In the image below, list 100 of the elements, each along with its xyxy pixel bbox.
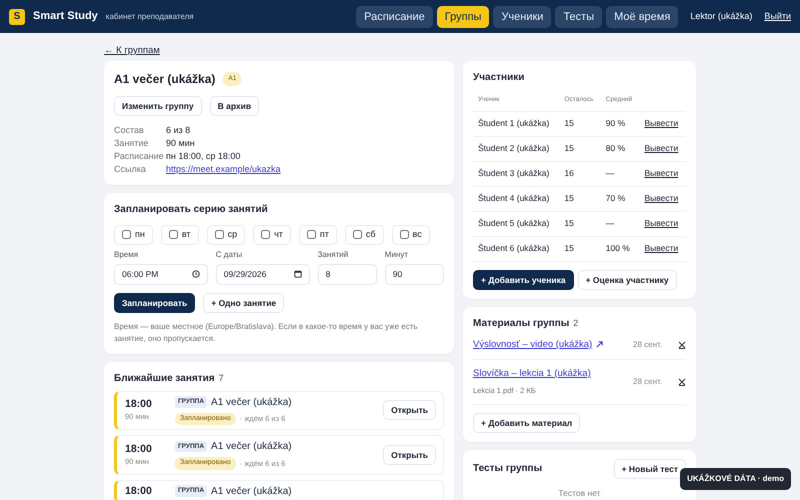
average-cell: — [600, 161, 640, 186]
student-name: Študent 5 (ukážka) [473, 211, 560, 236]
weekday-chip[interactable]: чт [253, 225, 291, 244]
remove-link[interactable]: Вывести [644, 143, 678, 154]
session-name: A1 večer (ukážka) [211, 440, 292, 453]
remove-link[interactable]: Вывести [644, 218, 678, 228]
weekday-chip[interactable]: ср [206, 225, 246, 244]
meeting-link[interactable]: https://meet.example/ukazka [166, 163, 281, 176]
grade-button[interactable]: + Оценка участнику [578, 270, 677, 290]
student-name: Študent 3 (ukážka) [473, 161, 560, 186]
section-title: Ближайшие занятия [114, 372, 215, 386]
nav-tab[interactable]: Расписание [356, 6, 433, 28]
average-cell: 100 % [600, 236, 640, 262]
material-link[interactable]: Slovíčka – lekcia 1 (ukážka) [473, 367, 591, 382]
number-field[interactable]: 90 [384, 264, 444, 284]
weekday-label: сб [366, 228, 376, 241]
section-title: Запланировать серию занятий [114, 203, 269, 217]
weekday-chip[interactable]: пн [114, 225, 153, 244]
action-button[interactable]: В архив [210, 96, 260, 116]
action-button[interactable]: Изменить группу [114, 96, 202, 116]
remove-link[interactable]: Вывести [644, 118, 678, 128]
clock-icon[interactable] [192, 270, 200, 278]
field-label: Время [114, 248, 140, 260]
weekday-label: пн [135, 228, 145, 241]
checkbox[interactable] [400, 230, 409, 240]
average-cell: 80 % [600, 136, 640, 162]
checkbox[interactable] [352, 230, 362, 240]
add-session-button[interactable]: + Одно занятие [203, 292, 284, 312]
brand-name: Smart Study [33, 9, 98, 24]
weekday-chip[interactable]: пт [298, 225, 337, 244]
remaining-cell: 15 [559, 186, 601, 212]
session-time: 18:00 [125, 484, 153, 498]
open-button[interactable]: Открыть [383, 444, 436, 465]
session-time: 18:00 [125, 442, 153, 456]
brand-subtitle: кабинет преподавателя [106, 10, 194, 22]
field-label: С даты [216, 248, 244, 260]
checkbox[interactable] [214, 230, 224, 240]
close-icon[interactable] [678, 340, 686, 349]
weekday-chip[interactable]: сб [344, 225, 384, 244]
number-field[interactable]: 8 [318, 264, 377, 284]
add-material-button[interactable]: + Добавить материал [473, 412, 580, 432]
schedule-button[interactable]: Запланировать [114, 292, 196, 312]
empty-state-text: Тестов нет [558, 488, 601, 498]
remove-link[interactable]: Вывести [644, 193, 678, 204]
nav-tab[interactable]: Моё время [606, 6, 678, 28]
add-student-button[interactable]: + Добавить ученика [473, 270, 574, 290]
checkbox[interactable] [306, 230, 316, 240]
nav-tab[interactable]: Группы [436, 6, 490, 28]
logout-link[interactable]: Выйти [764, 10, 791, 24]
remove-link[interactable]: Вывести [644, 168, 678, 178]
checkbox[interactable] [261, 230, 270, 240]
session-name: A1 večer (ukážka) [211, 484, 292, 498]
session-time: 18:00 [125, 398, 153, 412]
remaining-cell: 15 [559, 211, 601, 236]
weekday-chip[interactable]: вс [392, 225, 430, 244]
section-title: Материалы группы [473, 316, 570, 331]
detail-value: пн 18:00, ср 18:00 [166, 150, 240, 163]
open-button[interactable]: Открыть [383, 400, 436, 420]
session-name: A1 večer (ukážka) [211, 396, 292, 408]
time-field[interactable]: 06:00 PM [114, 264, 208, 284]
weekday-chip[interactable]: вт [160, 225, 199, 244]
average-cell: — [600, 211, 640, 236]
student-name: Študent 1 (ukážka) [473, 111, 560, 136]
weekday-label: ср [228, 228, 238, 241]
student-name: Študent 4 (ukážka) [473, 186, 560, 212]
weekday-label: вс [412, 228, 422, 241]
remaining-cell: 16 [559, 161, 601, 186]
count-label: 7 [218, 372, 224, 384]
average-cell: 70 % [600, 186, 640, 212]
remove-link[interactable]: Вывести [644, 243, 678, 254]
nav-tab[interactable]: Ученики [493, 6, 552, 28]
field-label: Занятий [318, 248, 350, 260]
weekday-label: чт [274, 228, 283, 241]
field-label: Минут [384, 248, 409, 260]
detail-label: Расписание [114, 150, 165, 163]
section-title: Участники [473, 71, 526, 85]
detail-label: Состав [114, 124, 145, 137]
checkbox[interactable] [122, 230, 131, 240]
user-name: Lektor (ukážka) [690, 10, 752, 23]
close-icon[interactable] [678, 378, 686, 386]
material-date: 28 сент. [633, 376, 662, 388]
remaining-cell: 15 [559, 111, 601, 136]
material-link[interactable]: Výslovnosť – video (ukážka) [473, 338, 592, 352]
date-field[interactable]: 09/29/2026 [216, 264, 310, 284]
remaining-cell: 15 [559, 236, 601, 262]
detail-value: 6 из 8 [166, 124, 190, 137]
calendar-icon[interactable] [294, 270, 302, 278]
checkbox[interactable] [168, 230, 178, 240]
detail-label: Ссылка [114, 163, 147, 176]
remaining-cell: 15 [559, 136, 601, 162]
weekday-label: вт [182, 228, 191, 241]
new-test-button[interactable]: + Новый тест [614, 458, 686, 478]
average-cell: 90 % [600, 111, 640, 136]
hint-text: Время — ваше местное (Europe/Bratislava). Если в какое-то время у вас уже есть занятие, оно пропускается. [114, 320, 419, 344]
back-link[interactable]: ← К группам [104, 45, 160, 57]
material-date: 28 сент. [633, 338, 662, 351]
section-title: Тесты группы [473, 462, 542, 476]
detail-label: Занятие [114, 137, 150, 150]
student-name: Študent 6 (ukážka) [473, 236, 560, 262]
nav-tab[interactable]: Тесты [555, 6, 602, 28]
